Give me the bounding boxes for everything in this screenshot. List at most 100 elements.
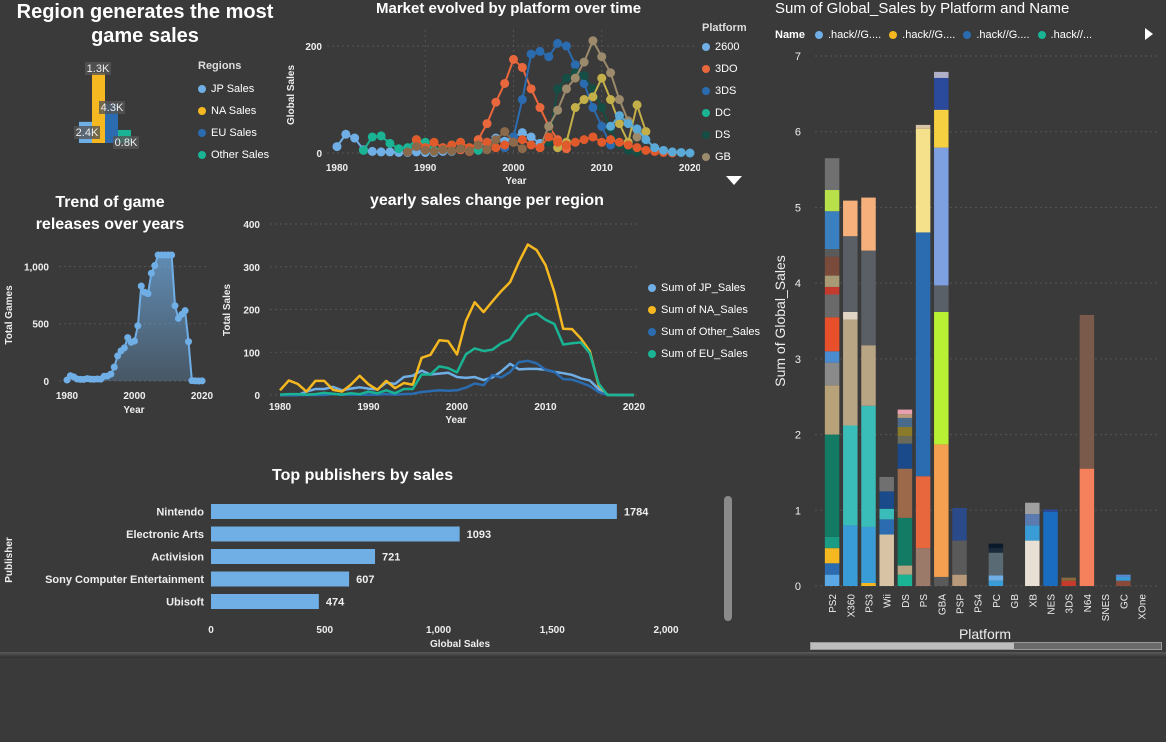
- market-x-tick: 2020: [679, 163, 700, 174]
- stacked-bar-chart[interactable]: 0 1 2 3 4 5 6 7 PS2 X360 PS3 Wii DS PS GBA PSP PS4 PC GB XB…: [765, 40, 1166, 650]
- stacked-segment: [897, 414, 913, 418]
- market-point: [420, 145, 430, 155]
- market-point: [588, 103, 598, 113]
- market-point: [385, 147, 395, 157]
- yearly-y-tick: 100: [243, 348, 260, 359]
- publisher-x-tick: 1,500: [540, 625, 565, 636]
- market-point: [614, 137, 624, 147]
- regions-legend-label: JP Sales: [211, 83, 255, 95]
- publishers-scrollbar[interactable]: [724, 496, 732, 621]
- legend-dot-icon: [702, 87, 710, 95]
- publisher-label: Ubisoft: [166, 597, 204, 609]
- legend-dot-icon: [814, 31, 823, 39]
- market-point: [544, 121, 554, 131]
- horizontal-scrollbar[interactable]: [810, 642, 1162, 650]
- market-legend-item[interactable]: 3DS: [702, 80, 747, 102]
- market-point: [376, 147, 386, 157]
- market-point: [597, 73, 607, 83]
- stacked-segment: [934, 311, 949, 445]
- market-point: [332, 142, 342, 152]
- yearly-legend-item[interactable]: Sum of NA_Sales: [648, 299, 760, 321]
- releases-area-chart[interactable]: 1980 2000 2020 0 500 1,000 Year Total Games: [0, 235, 220, 430]
- stacked-segment: [988, 580, 1004, 586]
- legend-dot-icon: [702, 43, 710, 51]
- market-point: [429, 137, 439, 147]
- publisher-y-label: Publisher: [4, 537, 15, 583]
- market-line-chart[interactable]: 1980 1990 2000 2010 2020 0 200 Year Global Sales: [280, 10, 700, 190]
- regions-legend-title: Regions: [198, 60, 242, 72]
- yearly-legend-item[interactable]: Sum of Other_Sales: [648, 321, 760, 343]
- market-point: [561, 84, 571, 94]
- stacked-y-tick: 1: [795, 505, 801, 517]
- publisher-x-tick: 1,000: [426, 625, 451, 636]
- market-legend-item[interactable]: DC: [702, 102, 747, 124]
- market-point: [606, 68, 616, 78]
- stacked-segment: [915, 548, 931, 586]
- stacked-x-tick: GBA: [937, 594, 948, 615]
- yearly-legend-item[interactable]: Sum of EU_Sales: [648, 343, 760, 365]
- stacked-bar: [843, 200, 858, 586]
- legend-next-icon[interactable]: [1145, 28, 1153, 40]
- stacked-segment: [824, 434, 840, 537]
- stacked-segment: [897, 565, 913, 575]
- yearly-x-label: Year: [445, 415, 466, 426]
- stacked-segment: [952, 540, 967, 575]
- stacked-segment: [1079, 314, 1095, 469]
- legend-dot-icon: [648, 306, 656, 314]
- market-point: [659, 145, 669, 155]
- publisher-x-label: Global Sales: [430, 639, 490, 650]
- regions-legend-item[interactable]: Other Sales: [198, 144, 269, 166]
- market-point: [597, 121, 607, 131]
- publisher-bar: [211, 549, 376, 564]
- market-point: [588, 36, 598, 46]
- yearly-panel: yearly sales change per region 1980 1990 2…: [220, 188, 765, 438]
- market-legend-item[interactable]: 3DO: [702, 58, 747, 80]
- market-legend-item[interactable]: DS: [702, 124, 747, 146]
- stacked-segment: [861, 526, 876, 583]
- market-point: [579, 70, 589, 80]
- stacked-x-tick: NES: [1047, 594, 1058, 615]
- stacked-bar: [1116, 574, 1131, 586]
- yearly-legend-item[interactable]: Sum of JP_Sales: [648, 277, 760, 299]
- market-point: [517, 95, 527, 105]
- market-point: [588, 92, 598, 102]
- releases-y-label: Total Games: [4, 285, 15, 345]
- publisher-value-label: 474: [326, 597, 345, 609]
- stacked-segment: [843, 236, 858, 312]
- legend-dot-icon: [702, 109, 710, 117]
- regions-legend-item[interactable]: EU Sales: [198, 122, 269, 144]
- stacked-x-tick: XB: [1028, 594, 1039, 608]
- stacked-x-tick: PC: [992, 594, 1003, 608]
- market-point: [561, 73, 571, 83]
- market-legend-item[interactable]: 2600: [702, 36, 747, 58]
- legend-dot-icon: [889, 31, 898, 39]
- publisher-label: Sony Computer Entertainment: [45, 574, 204, 586]
- market-x-tick: 2010: [591, 163, 614, 174]
- horizontal-scrollbar-thumb[interactable]: [811, 643, 1014, 649]
- stacked-bar: [952, 508, 967, 586]
- stacked-segment: [988, 575, 1004, 581]
- regions-legend-item[interactable]: NA Sales: [198, 100, 269, 122]
- yearly-y-tick: 200: [243, 306, 260, 317]
- legend-dot-icon: [198, 107, 206, 115]
- stacked-segment: [915, 476, 931, 549]
- stacked-segment: [897, 427, 913, 437]
- legend-scroll-down-icon[interactable]: [726, 176, 742, 185]
- publishers-bar-chart[interactable]: Nintendo 1784 Electronic Arts 1093 Activisio…: [0, 460, 720, 655]
- market-legend-item[interactable]: GB: [702, 146, 747, 168]
- stacked-segment: [897, 409, 913, 415]
- releases-point: [168, 251, 176, 259]
- market-point: [553, 38, 563, 48]
- stacked-bar: [1043, 509, 1058, 586]
- yearly-line-chart[interactable]: 1980 1990 2000 2010 2020 0 100 200 300 400 Year Tot…: [220, 208, 650, 453]
- stacked-y-tick: 3: [795, 354, 801, 366]
- stacked-x-tick: PSP: [956, 594, 967, 614]
- stacked-bar: [879, 476, 894, 586]
- stacked-segment: [824, 190, 840, 212]
- stacked-segment: [861, 405, 876, 527]
- stacked-x-label: Platform: [959, 626, 1011, 642]
- regions-legend-item[interactable]: JP Sales: [198, 78, 269, 100]
- market-point: [623, 119, 633, 129]
- publisher-label: Activision: [151, 552, 204, 564]
- market-point: [535, 143, 545, 153]
